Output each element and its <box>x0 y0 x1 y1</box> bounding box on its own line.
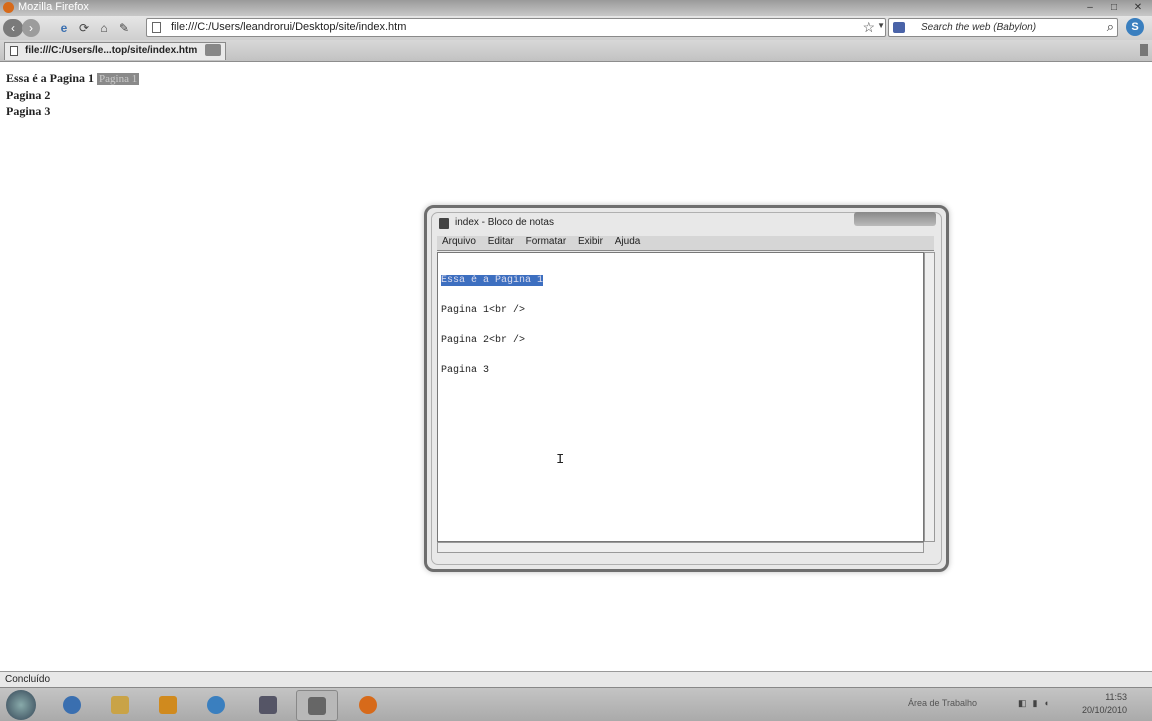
page-line-2: Pagina 2 <box>6 88 51 102</box>
tab-index[interactable]: file:///C:/Users/le...top/site/index.htm <box>4 42 226 60</box>
clock-time: 11:53 <box>1105 692 1128 702</box>
notepad-icon <box>439 218 449 229</box>
status-bar: Concluído <box>0 671 1152 688</box>
reload-icon[interactable]: ⟳ <box>76 19 92 37</box>
text-cursor-icon: I <box>556 452 565 468</box>
browser-titlebar: Mozilla Firefox – □ ✕ <box>0 0 1152 16</box>
taskbar-ie[interactable] <box>52 690 92 719</box>
notepad-text-area[interactable]: Essa é a Pagina 1 Pagina 1<br /> Pagina … <box>437 252 924 542</box>
menu-arquivo[interactable]: Arquivo <box>442 236 476 247</box>
search-engine-icon[interactable] <box>893 22 905 33</box>
tab-bar: file:///C:/Users/le...top/site/index.htm <box>0 40 1152 62</box>
bookmarks-icon[interactable]: ✎ <box>116 19 132 37</box>
close-button[interactable]: ✕ <box>1126 1 1150 14</box>
taskbar-app[interactable] <box>248 690 288 719</box>
taskbar-skype[interactable] <box>196 690 236 719</box>
window-title: Mozilla Firefox <box>18 1 89 13</box>
editor-line: Pagina 1<br /> <box>441 305 526 316</box>
tab-label: file:///C:/Users/le...top/site/index.htm <box>25 45 198 56</box>
horizontal-scrollbar[interactable] <box>437 542 924 553</box>
status-text: Concluído <box>5 674 51 685</box>
close-icon[interactable] <box>205 44 221 56</box>
desktop-toolbar-label[interactable]: Área de Trabalho <box>908 698 977 708</box>
firefox-icon <box>3 2 14 13</box>
notepad-menubar: Arquivo Editar Formatar Exibir Ajuda <box>437 236 934 251</box>
menu-exibir[interactable]: Exibir <box>578 236 603 247</box>
page-content: Essa é a Pagina 1 Pagina 1 Pagina 2 Pagi… <box>6 70 140 119</box>
skype-icon[interactable]: S <box>1126 18 1144 36</box>
vertical-scrollbar[interactable] <box>924 252 935 542</box>
page-icon <box>10 46 18 56</box>
chevron-down-icon[interactable]: ▼ <box>877 21 885 30</box>
taskbar-firefox[interactable] <box>348 690 388 719</box>
ie-tab-icon[interactable]: e <box>56 19 72 37</box>
bookmark-star-icon[interactable]: ☆ <box>862 19 875 36</box>
notepad-title: index - Bloco de notas <box>455 217 554 228</box>
search-icon[interactable]: ⌕ <box>1107 19 1114 35</box>
home-icon[interactable]: ⌂ <box>96 19 112 37</box>
selected-text: Essa é a Pagina 1 <box>441 275 544 286</box>
editor-line: Essa é a Pagina 1 <box>441 275 544 286</box>
url-bar[interactable]: file:///C:/Users/leandrorui/Desktop/site… <box>146 18 886 37</box>
navigation-toolbar: ‹ › e ⟳ ⌂ ✎ file:///C:/Users/leandrorui/… <box>0 16 1152 41</box>
editor-line: Pagina 2<br /> <box>441 335 526 346</box>
system-tray-icons[interactable]: ◧▮◖ <box>1018 698 1055 709</box>
clock[interactable]: 11:53 20/10/2010 <box>1082 691 1127 717</box>
taskbar-explorer[interactable] <box>100 690 140 719</box>
menu-formatar[interactable]: Formatar <box>526 236 567 247</box>
back-button[interactable]: ‹ <box>3 19 23 37</box>
maximize-button[interactable]: □ <box>1102 1 1126 14</box>
taskbar-media-player[interactable] <box>148 690 188 719</box>
forward-button[interactable]: › <box>22 19 40 37</box>
page-line-1-text: Essa é a Pagina 1 <box>6 71 95 85</box>
page-icon <box>152 22 161 33</box>
minimize-button[interactable]: – <box>1078 1 1102 14</box>
start-button[interactable] <box>6 690 36 720</box>
tab-list-icon[interactable] <box>1140 44 1148 56</box>
url-text[interactable]: file:///C:/Users/leandrorui/Desktop/site… <box>171 21 406 33</box>
menu-editar[interactable]: Editar <box>488 236 514 247</box>
page-line-1-highlight: Pagina 1 <box>97 73 140 85</box>
clock-date: 20/10/2010 <box>1082 705 1128 715</box>
search-placeholder: Search the web (Babylon) <box>921 22 1037 33</box>
taskbar: Área de Trabalho ◧▮◖ 11:53 20/10/2010 <box>0 687 1152 721</box>
page-line-3: Pagina 3 <box>6 104 51 118</box>
editor-line: Pagina 3 <box>441 365 490 376</box>
taskbar-notepad[interactable] <box>296 690 338 721</box>
notepad-window[interactable]: index - Bloco de notas Arquivo Editar Fo… <box>424 205 949 572</box>
search-input[interactable]: Search the web (Babylon) ⌕ <box>888 18 1118 37</box>
notepad-window-controls[interactable] <box>854 212 936 226</box>
page-line-1: Essa é a Pagina 1 Pagina 1 <box>6 70 140 87</box>
menu-ajuda[interactable]: Ajuda <box>615 236 641 247</box>
